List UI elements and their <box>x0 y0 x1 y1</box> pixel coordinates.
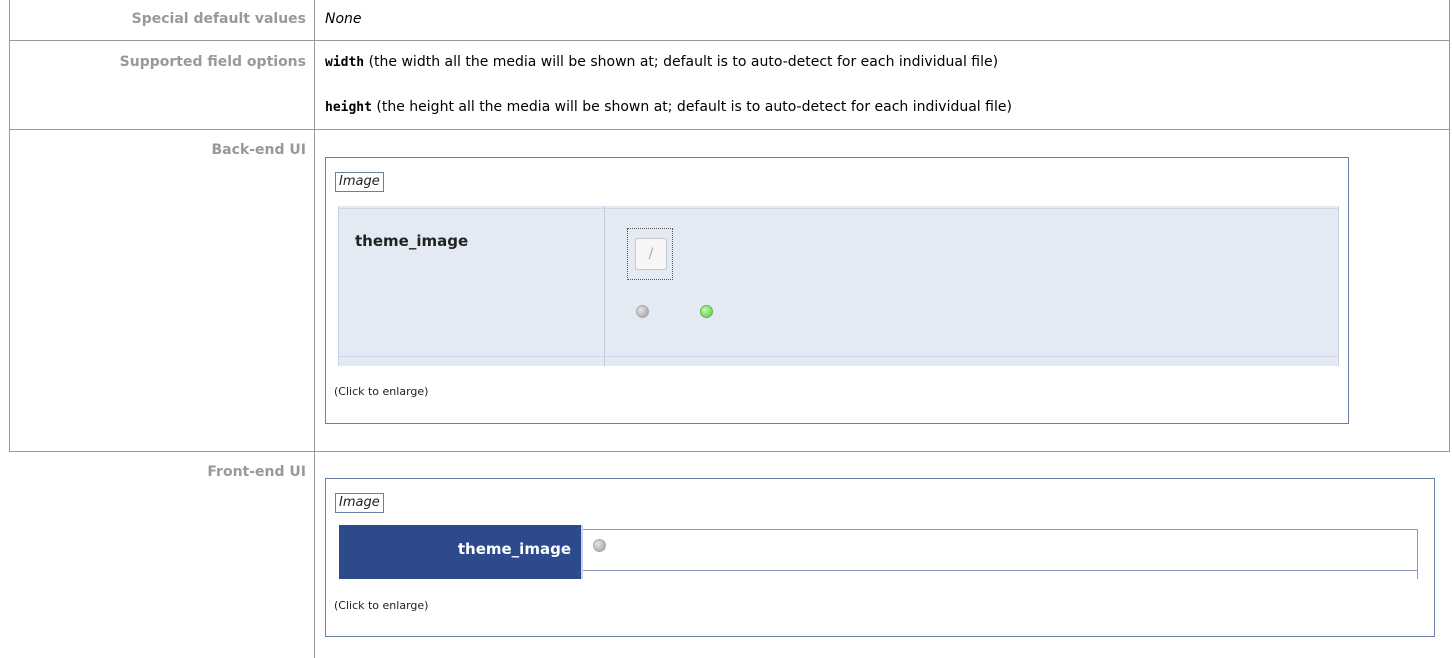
upload-button: / <box>627 228 673 280</box>
special-defaults-label: Special default values <box>131 11 306 27</box>
table-left-border <box>9 0 10 452</box>
special-defaults-value: None <box>325 11 362 27</box>
row-divider <box>9 40 1450 41</box>
field-name-label: theme_image <box>457 540 571 558</box>
row-divider <box>9 451 1450 452</box>
field-options-label: Supported field options <box>119 54 306 70</box>
field-option-width: width (the width all the media will be s… <box>325 54 998 70</box>
frontend-field-row: theme_image <box>339 525 1419 579</box>
field-name-label: theme_image <box>355 232 469 250</box>
field-name-header: theme_image <box>339 525 583 579</box>
panel-column-divider <box>604 206 605 366</box>
status-grey-icon <box>636 305 649 318</box>
status-green-icon <box>700 305 713 318</box>
backend-ui-screenshot[interactable]: Image theme_image / (Click to enlarge) <box>325 157 1349 424</box>
column-divider <box>314 0 315 658</box>
panel-top-edge <box>339 208 1338 209</box>
row-divider <box>9 129 1450 130</box>
upload-icon: / <box>635 238 667 270</box>
field-option-height: height (the height all the media will be… <box>325 99 1012 115</box>
status-grey-icon <box>593 539 606 552</box>
option-name: height <box>325 100 372 115</box>
image-tag: Image <box>335 172 384 192</box>
field-row-end-tick <box>1417 569 1418 579</box>
backend-field-panel: theme_image / <box>338 206 1339 366</box>
table-right-border <box>1449 0 1450 452</box>
option-description: (the height all the media will be shown … <box>376 99 1012 115</box>
click-to-enlarge-link[interactable]: (Click to enlarge) <box>334 599 428 612</box>
field-value-cell <box>583 529 1418 571</box>
backend-ui-label: Back-end UI <box>211 142 306 158</box>
option-name: width <box>325 55 365 70</box>
click-to-enlarge-link[interactable]: (Click to enlarge) <box>334 385 428 398</box>
image-tag: Image <box>335 493 384 513</box>
panel-bottom-edge <box>339 356 1338 357</box>
frontend-ui-label: Front-end UI <box>207 464 306 480</box>
option-description: (the width all the media will be shown a… <box>368 54 999 70</box>
frontend-ui-screenshot[interactable]: Image theme_image (Click to enlarge) <box>325 478 1435 637</box>
